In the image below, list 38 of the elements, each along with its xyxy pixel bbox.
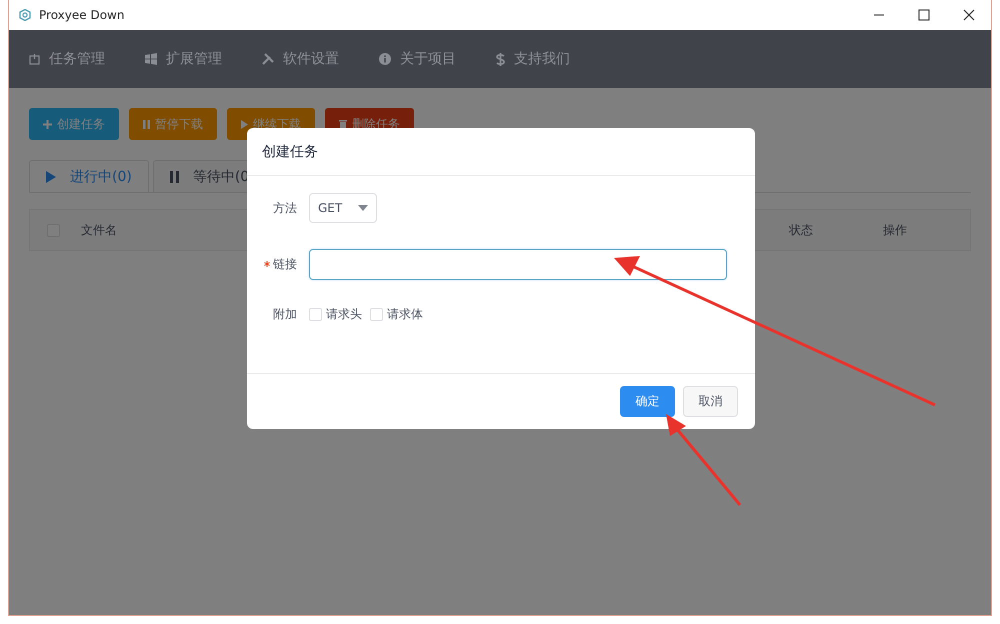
checkbox-label: 请求头 bbox=[326, 306, 362, 322]
power-icon bbox=[29, 54, 40, 64]
extras-label: 附加 bbox=[272, 306, 298, 322]
checkbox[interactable] bbox=[370, 308, 383, 320]
nav-item[interactable]: 任务管理 bbox=[29, 50, 105, 68]
method-label: 方法 bbox=[272, 200, 298, 216]
column-header: 操作 bbox=[883, 222, 907, 238]
window-title: Proxyee Down bbox=[39, 8, 124, 22]
column-header: 状态 bbox=[789, 222, 813, 238]
play-icon bbox=[241, 120, 248, 128]
windows-icon bbox=[145, 53, 157, 65]
play-icon bbox=[46, 170, 56, 182]
caret-icon bbox=[358, 205, 368, 211]
link-label: 链接 bbox=[247, 256, 309, 272]
column-header: 文件名 bbox=[81, 222, 117, 238]
close-icon[interactable] bbox=[963, 9, 975, 21]
tools-icon bbox=[262, 53, 274, 65]
dollar-icon bbox=[496, 52, 505, 66]
nav-item[interactable]: 支持我们 bbox=[496, 50, 570, 68]
dialog-title: 创建任务 bbox=[262, 142, 318, 160]
nav-item[interactable]: 扩展管理 bbox=[145, 50, 222, 68]
checkbox-label: 请求体 bbox=[387, 306, 423, 322]
link-input[interactable] bbox=[309, 248, 727, 280]
plus-icon bbox=[43, 120, 52, 128]
tab[interactable]: 进行中(0) bbox=[29, 160, 149, 192]
nav-item[interactable]: 关于项目 bbox=[379, 50, 456, 68]
method-select[interactable]: GET bbox=[309, 193, 377, 223]
toolbar-button[interactable]: 暂停下载 bbox=[129, 108, 217, 140]
toolbar-button[interactable]: 创建任务 bbox=[29, 108, 119, 140]
cancel-button[interactable]: 取消 bbox=[683, 386, 738, 417]
info-icon bbox=[379, 53, 391, 65]
app-logo-icon bbox=[19, 9, 31, 21]
pause-icon bbox=[170, 170, 179, 182]
confirm-button[interactable]: 确定 bbox=[620, 386, 675, 417]
pause-icon bbox=[143, 120, 150, 128]
checkbox[interactable] bbox=[309, 308, 322, 320]
maximize-icon[interactable] bbox=[918, 9, 930, 21]
nav-item[interactable]: 软件设置 bbox=[262, 50, 339, 68]
